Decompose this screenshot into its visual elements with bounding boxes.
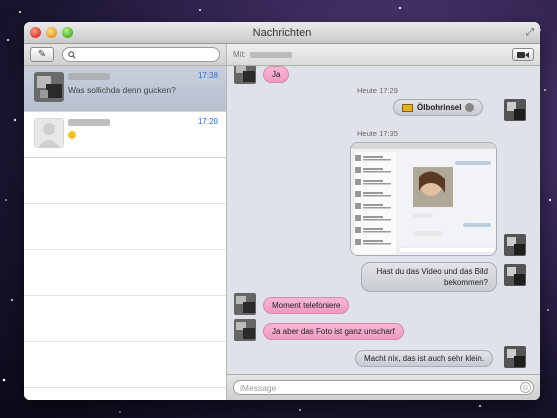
- zoom-button[interactable]: [62, 27, 73, 38]
- file-attachment-bubble[interactable]: Ölbohrinsel: [393, 99, 484, 116]
- message-bubble-incoming[interactable]: Ja aber das Foto ist ganz unscharf: [263, 323, 404, 340]
- default-avatar-icon: [34, 118, 64, 148]
- contact-name-redacted: [68, 73, 110, 80]
- conversation-item[interactable]: 17:29: [24, 112, 226, 158]
- emoji-icon: [68, 131, 76, 139]
- message-bubble-outgoing[interactable]: Macht nix, das ist auch sehr klein.: [355, 350, 494, 367]
- conversation-pane: Mit: Ja Heute 17:29 Ölbohrinsel Heute 17…: [227, 44, 540, 400]
- video-call-button[interactable]: [512, 48, 534, 61]
- sender-avatar: [234, 66, 256, 84]
- recipient-redacted[interactable]: [249, 51, 292, 58]
- contact-avatar: [34, 72, 64, 102]
- smiley-icon[interactable]: ☺: [520, 382, 531, 393]
- download-icon[interactable]: [465, 103, 475, 112]
- own-avatar: [504, 346, 526, 368]
- minimize-button[interactable]: [46, 27, 57, 38]
- image-attachment-bubble[interactable]: [350, 142, 497, 256]
- window-controls: [30, 27, 73, 38]
- title-bar[interactable]: Nachrichten ⤢: [24, 22, 540, 44]
- empty-row: [24, 204, 226, 250]
- conversation-time: 17:29: [197, 117, 218, 126]
- message-bubble-incoming[interactable]: Ja: [263, 66, 290, 83]
- input-placeholder: iMessage: [240, 382, 277, 393]
- to-label: Mit:: [233, 50, 246, 59]
- empty-row: [24, 296, 226, 342]
- sender-avatar: [234, 293, 256, 315]
- close-button[interactable]: [30, 27, 41, 38]
- conversation-time: 17:38: [197, 71, 218, 80]
- file-thumbnail-icon: [402, 103, 413, 112]
- recipient-bar: Mit:: [227, 44, 540, 66]
- own-avatar: [504, 234, 526, 256]
- compose-button[interactable]: ✎: [30, 47, 54, 62]
- timestamp: Heute 17:35: [357, 129, 398, 138]
- own-avatar: [504, 264, 526, 286]
- search-icon: [68, 50, 76, 59]
- screenshot-image: [351, 143, 496, 255]
- empty-row: [24, 342, 226, 388]
- empty-row: [24, 250, 226, 296]
- sidebar-toolbar: ✎: [24, 44, 226, 66]
- conversation-item[interactable]: 17:38 Was sollichda denn gucken?: [24, 66, 226, 112]
- message-thread[interactable]: Ja Heute 17:29 Ölbohrinsel Heute 17:35 H…: [227, 66, 540, 374]
- sender-avatar: [234, 319, 256, 341]
- messages-window: Nachrichten ⤢ ✎ 17:38 Was sollichda denn…: [24, 22, 540, 400]
- imessage-input[interactable]: iMessage ☺: [233, 380, 534, 395]
- search-field[interactable]: [62, 47, 220, 62]
- empty-row: [24, 158, 226, 204]
- compose-icon: ✎: [37, 49, 47, 60]
- file-name: Ölbohrinsel: [417, 103, 462, 112]
- video-camera-icon: [517, 51, 529, 58]
- contact-name-redacted: [68, 119, 110, 126]
- timestamp: Heute 17:29: [357, 86, 398, 95]
- message-bubble-incoming[interactable]: Moment telefoniere: [263, 297, 350, 314]
- compose-bar: iMessage ☺: [227, 374, 540, 400]
- own-avatar: [504, 99, 526, 121]
- window-title: Nachrichten: [252, 26, 312, 39]
- empty-row: [24, 388, 226, 400]
- fullscreen-icon[interactable]: ⤢: [526, 27, 534, 38]
- conversation-preview: Was sollichda denn gucken?: [68, 85, 176, 95]
- message-bubble-outgoing[interactable]: Hast du das Video und das Bild bekommen?: [361, 262, 497, 292]
- conversation-sidebar: ✎ 17:38 Was sollichda denn gucken? 17:29: [24, 44, 227, 400]
- conversation-preview: [68, 131, 76, 141]
